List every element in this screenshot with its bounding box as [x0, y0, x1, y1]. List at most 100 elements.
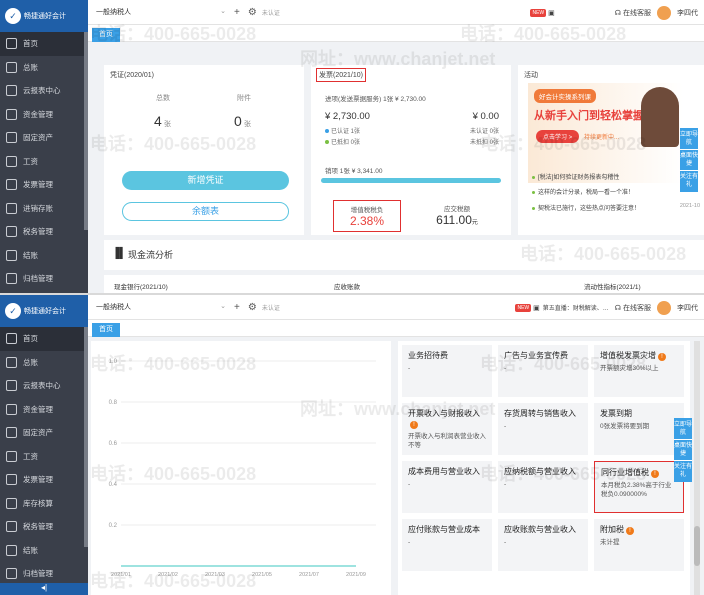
app-logo[interactable]: ✓ 畅捷通好会计: [0, 0, 88, 32]
indicator-desc: 开票收入与利润表营业收入不等: [408, 433, 486, 449]
float-nav-guide[interactable]: 立即导航: [680, 129, 698, 150]
logo-icon: ✓: [5, 8, 21, 24]
panel-scrollbar-thumb[interactable]: [694, 526, 700, 566]
float-nav-follow[interactable]: 关注有礼: [680, 171, 698, 191]
risk-indicator-card[interactable]: 增值税发票灾增! 开票额灾增30%以上: [594, 345, 684, 397]
cert-status[interactable]: 未认证: [262, 303, 280, 312]
sidebar-item[interactable]: 发票管理: [0, 173, 88, 197]
float-nav-guide[interactable]: 立即导航: [674, 419, 692, 440]
news-item[interactable]: 这样的会计分录，税局一看一个准！: [532, 187, 634, 196]
sidebar-item[interactable]: 库存核算: [0, 492, 88, 516]
risk-indicator-card[interactable]: 广告与业务宣传费 -: [498, 345, 588, 397]
sidebar-item[interactable]: 首页: [0, 327, 88, 351]
online-service-link[interactable]: 在线客服: [623, 8, 651, 18]
sidebar-item-label: 进销存账: [23, 203, 53, 213]
sidebar-item[interactable]: 云报表中心: [0, 374, 88, 398]
company-select[interactable]: 一般纳税人 ⌄: [96, 302, 226, 312]
sidebar-item[interactable]: 首页: [0, 32, 88, 56]
panel-scrollbar[interactable]: [694, 341, 700, 595]
sidebar-item-label: 结账: [23, 250, 38, 260]
news-item[interactable]: 契税法已施行，这些热点问答要注意！: [532, 203, 640, 212]
invoice-verified: 已认证 1张: [331, 129, 361, 135]
risk-indicator-card[interactable]: 附加税! 未计提: [594, 519, 684, 571]
sidebar-item[interactable]: 总账: [0, 56, 88, 80]
sidebar-item[interactable]: 归档管理: [0, 562, 88, 586]
user-name[interactable]: 李四代: [677, 8, 698, 18]
app-logo[interactable]: ✓ 畅捷通好会计: [0, 295, 88, 327]
add-icon[interactable]: +: [234, 302, 240, 313]
cert-status[interactable]: 未认证: [262, 8, 280, 17]
bullet-icon: [532, 176, 535, 179]
indicator-desc: 未计提: [600, 539, 620, 546]
collapse-icon[interactable]: ◂|: [0, 583, 88, 595]
user-name[interactable]: 李四代: [677, 303, 698, 313]
gear-icon[interactable]: ⚙: [248, 7, 257, 18]
new-voucher-button[interactable]: 新增凭证: [122, 171, 289, 190]
balance-sheet-button[interactable]: 余额表: [122, 202, 289, 221]
avatar[interactable]: [657, 5, 671, 20]
tax-burden-box[interactable]: 增值税税负 2.38%: [333, 200, 401, 232]
risk-indicator-card[interactable]: 存货周转与销售收入 -: [498, 403, 588, 455]
sidebar-scrollbar[interactable]: [84, 32, 88, 230]
notice-icon[interactable]: ▣: [533, 304, 540, 312]
float-nav-desktop[interactable]: 桌面快捷: [674, 440, 692, 461]
voucher-card: 凭证(2020/01) 总数 附件 4 张 0 张 新增凭证 余额表: [104, 65, 304, 235]
receivables-label: 应收账款: [334, 284, 360, 291]
risk-indicator-card[interactable]: 应收账款与营业收入 -: [498, 519, 588, 571]
notice-icon[interactable]: ▣: [548, 9, 555, 17]
sidebar-item[interactable]: 固定资产: [0, 126, 88, 150]
warning-icon: !: [658, 353, 666, 361]
float-nav-follow[interactable]: 关注有礼: [674, 461, 692, 481]
sidebar-item[interactable]: 发票管理: [0, 468, 88, 492]
risk-indicator-card[interactable]: 发票到期 0张发票将要到期: [594, 403, 684, 455]
sidebar-item[interactable]: 固定资产: [0, 421, 88, 445]
float-nav-desktop[interactable]: 桌面快捷: [680, 150, 698, 171]
online-service-link[interactable]: 在线客服: [623, 303, 651, 313]
bullet-icon: [532, 191, 535, 194]
sidebar-item[interactable]: 进销存账: [0, 197, 88, 221]
nav-icon: [6, 356, 17, 368]
sidebar-item[interactable]: 资金管理: [0, 103, 88, 127]
indicator-desc: -: [504, 365, 507, 372]
sidebar-item[interactable]: 云报表中心: [0, 79, 88, 103]
voucher-total-unit: 张: [164, 121, 172, 128]
voucher-attach-value[interactable]: 0: [234, 113, 242, 129]
live-notice[interactable]: 第五直播：财税解读、…: [543, 303, 609, 312]
risk-indicator-card[interactable]: 业务招待费 -: [402, 345, 492, 397]
add-icon[interactable]: +: [234, 7, 240, 18]
avatar[interactable]: [657, 300, 671, 315]
tab-home[interactable]: 首页: [92, 323, 120, 337]
risk-indicator-card[interactable]: 成本费用与营业收入 -: [402, 461, 492, 513]
activity-banner[interactable]: 好会计实操系列课 从新手入门到轻松掌握 点击学习 > 持续更新中...: [528, 83, 683, 183]
sidebar-item[interactable]: 总账: [0, 351, 88, 375]
risk-indicator-card[interactable]: 应付账款与营业成本 -: [402, 519, 492, 571]
headset-icon[interactable]: ☊: [615, 9, 621, 17]
nav-icon: [6, 249, 17, 261]
sidebar-item[interactable]: 结账: [0, 539, 88, 563]
risk-indicator-card[interactable]: 开票收入与财报收入! 开票收入与利润表营业收入不等: [402, 403, 492, 455]
voucher-total-value[interactable]: 4: [154, 113, 162, 129]
indicator-desc: -: [408, 539, 411, 546]
sidebar-item[interactable]: 税务管理: [0, 515, 88, 539]
indicator-desc: 本月税负2.38%高于行业税负0.090000%: [601, 482, 672, 498]
bullet-icon: [532, 207, 535, 210]
indicator-desc: 开票额灾增30%以上: [600, 365, 659, 372]
headset-icon[interactable]: ☊: [615, 304, 621, 312]
news-item[interactable]: [税法]如何验证财务报表勾稽性: [532, 172, 619, 181]
tab-home[interactable]: 首页: [92, 28, 120, 42]
banner-cta-button[interactable]: 点击学习 >: [536, 130, 580, 143]
invoice-undeducted: 未抵扣 0张: [469, 140, 499, 146]
sidebar-item[interactable]: 工资: [0, 150, 88, 174]
chevron-down-icon: ⌄: [220, 8, 226, 15]
company-select[interactable]: 一般纳税人 ⌄: [96, 7, 226, 17]
x-tick-label: 2021/03: [205, 572, 225, 578]
risk-indicator-card[interactable]: 同行业增值税! 本月税负2.38%高于行业税负0.090000%: [594, 461, 684, 513]
sidebar-scrollbar[interactable]: [84, 327, 88, 547]
gear-icon[interactable]: ⚙: [248, 302, 257, 313]
risk-indicator-card[interactable]: 应纳税额与营业收入 -: [498, 461, 588, 513]
sidebar-item[interactable]: 工资: [0, 445, 88, 469]
sidebar-item[interactable]: 归档管理: [0, 267, 88, 291]
sidebar-item[interactable]: 资金管理: [0, 398, 88, 422]
sidebar-item[interactable]: 结账: [0, 244, 88, 268]
sidebar-item[interactable]: 税务管理: [0, 220, 88, 244]
